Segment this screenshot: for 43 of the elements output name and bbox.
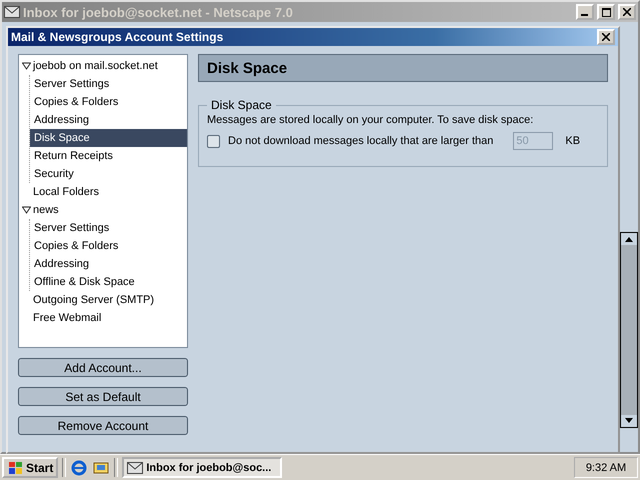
tree-item[interactable]: Offline & Disk Space bbox=[30, 273, 187, 291]
windows-logo-icon bbox=[7, 460, 23, 474]
tree-item[interactable]: Disk Space bbox=[30, 129, 187, 147]
tree-item[interactable]: Addressing bbox=[30, 111, 187, 129]
description-text: Messages are stored locally on your computer. To save disk space: bbox=[207, 114, 534, 126]
close-icon bbox=[623, 8, 631, 16]
tree-item[interactable]: news bbox=[19, 201, 187, 219]
tree-item[interactable]: Return Receipts bbox=[30, 147, 187, 165]
scroll-down-icon[interactable] bbox=[621, 415, 637, 427]
unit-label: KB bbox=[565, 135, 580, 147]
tree-item[interactable]: Copies & Folders bbox=[30, 93, 187, 111]
expanded-triangle-icon[interactable] bbox=[22, 62, 31, 70]
tree-item[interactable]: Local Folders bbox=[19, 183, 187, 201]
clock: 9:32 AM bbox=[574, 457, 638, 478]
window-title: Inbox for joebob@socket.net - Netscape 7.0 bbox=[23, 4, 294, 20]
tree-item[interactable]: Outgoing Server (SMTP) bbox=[19, 291, 187, 309]
account-button[interactable]: Set as Default bbox=[18, 387, 188, 406]
scrollbar[interactable] bbox=[620, 232, 638, 428]
start-button[interactable]: Start bbox=[2, 457, 58, 478]
panel-heading: Disk Space bbox=[198, 54, 608, 82]
tree-item[interactable]: Addressing bbox=[30, 255, 187, 273]
close-icon bbox=[602, 33, 610, 41]
maximize-button[interactable] bbox=[597, 4, 615, 20]
account-button[interactable]: Add Account... bbox=[18, 358, 188, 377]
tree-item[interactable]: Free Webmail bbox=[19, 309, 187, 327]
dialog-title: Mail & Newsgroups Account Settings bbox=[11, 30, 224, 44]
account-button[interactable]: Remove Account bbox=[18, 416, 188, 435]
minimize-button[interactable] bbox=[576, 4, 594, 20]
close-button[interactable] bbox=[618, 4, 636, 20]
maximize-icon bbox=[602, 8, 610, 16]
scroll-up-icon[interactable] bbox=[621, 233, 637, 245]
tree-item[interactable]: Server Settings bbox=[30, 219, 187, 237]
group-title: Disk Space bbox=[210, 98, 273, 112]
tree-item[interactable]: Server Settings bbox=[30, 75, 187, 93]
tree-item[interactable]: joebob on mail.socket.net bbox=[19, 57, 187, 75]
tree-item[interactable]: Security bbox=[30, 165, 187, 183]
close-button[interactable] bbox=[597, 29, 615, 45]
envelope-icon bbox=[4, 6, 20, 18]
taskbar-button[interactable]: Inbox for joebob@soc... bbox=[122, 457, 282, 478]
tree-item[interactable]: Copies & Folders bbox=[30, 237, 187, 255]
expanded-triangle-icon[interactable] bbox=[22, 206, 31, 214]
browser-icon[interactable] bbox=[70, 458, 88, 476]
envelope-icon bbox=[127, 462, 144, 474]
